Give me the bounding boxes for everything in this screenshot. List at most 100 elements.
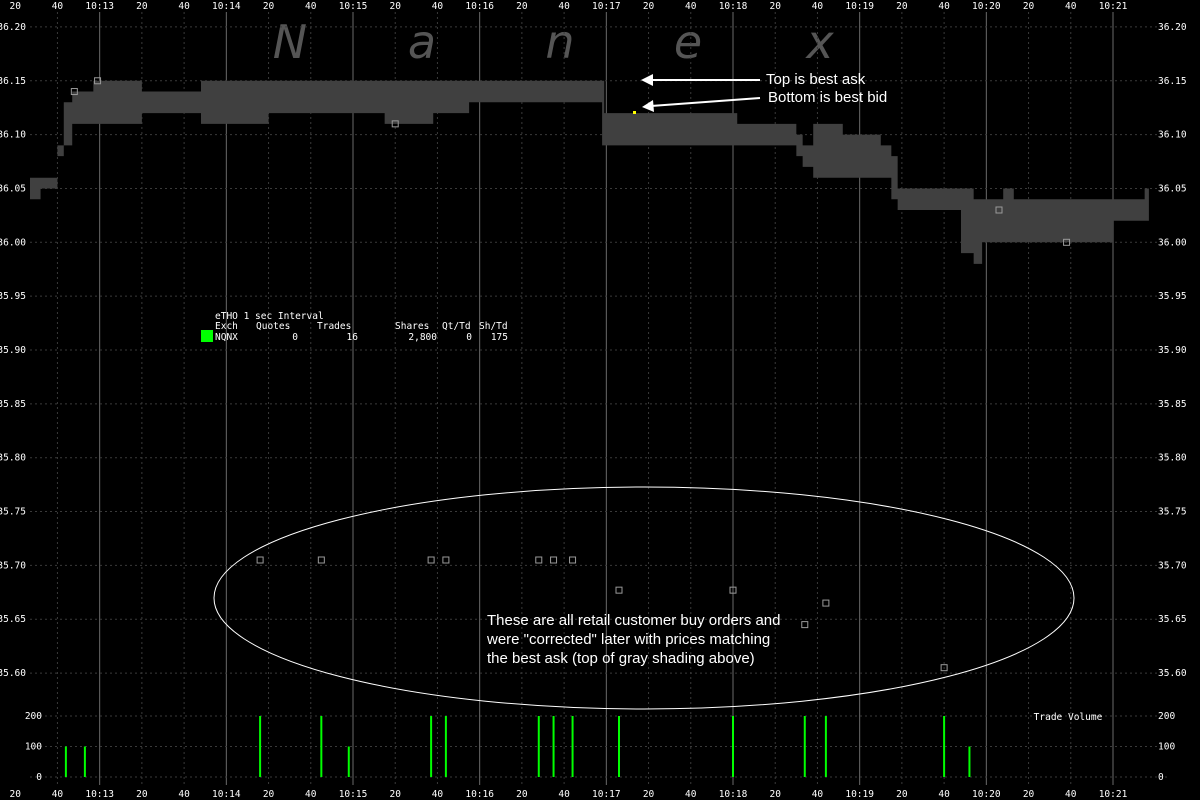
legend-quotes: 0 bbox=[292, 332, 298, 343]
x-tick-label-top: 40 bbox=[558, 1, 570, 12]
x-tick-label-bottom: 40 bbox=[938, 789, 950, 800]
x-tick-label-top: 20 bbox=[263, 1, 275, 12]
legend-trades: 16 bbox=[347, 332, 359, 343]
x-tick-label-top: 20 bbox=[1023, 1, 1035, 12]
x-tick-label-bottom: 10:17 bbox=[592, 789, 621, 800]
x-tick-label-top: 10:17 bbox=[592, 1, 621, 12]
x-tick-label-top: 40 bbox=[1065, 1, 1077, 12]
x-tick-label-top: 40 bbox=[305, 1, 317, 12]
x-tick-label-bottom: 20 bbox=[896, 789, 908, 800]
x-tick-label-bottom: 10:15 bbox=[339, 789, 368, 800]
price-tick-label-right: 35.95 bbox=[1158, 291, 1187, 302]
x-tick-label-top: 10:13 bbox=[85, 1, 114, 12]
x-tick-label-bottom: 10:16 bbox=[465, 789, 494, 800]
watermark-letter: x bbox=[804, 15, 834, 69]
x-tick-label-top: 10:21 bbox=[1099, 1, 1128, 12]
legend-header: Trades bbox=[317, 321, 351, 332]
x-tick-label-bottom: 40 bbox=[1065, 789, 1077, 800]
volume-tick-label-left: 100 bbox=[25, 742, 42, 753]
x-tick-label-top: 10:15 bbox=[339, 1, 368, 12]
price-tick-label-left: 36.20 bbox=[0, 22, 26, 33]
price-tick-label-right: 35.70 bbox=[1158, 560, 1187, 571]
price-tick-label-left: 36.00 bbox=[0, 237, 26, 248]
legend-header: Shares bbox=[395, 321, 429, 332]
x-tick-label-top: 40 bbox=[938, 1, 950, 12]
volume-tick-label-right: 0 bbox=[1158, 772, 1164, 783]
ellipse-annotation-line: These are all retail customer buy orders… bbox=[487, 612, 780, 629]
annotation-bottom-label: Bottom is best bid bbox=[768, 89, 887, 106]
price-tick-label-right: 35.85 bbox=[1158, 399, 1187, 410]
x-tick-label-top: 20 bbox=[389, 1, 401, 12]
x-tick-label-top: 40 bbox=[685, 1, 697, 12]
legend-header: Sh/Td bbox=[479, 321, 508, 332]
x-tick-label-top: 40 bbox=[178, 1, 190, 12]
price-tick-label-right: 36.10 bbox=[1158, 130, 1187, 141]
x-tick-label-bottom: 20 bbox=[516, 789, 528, 800]
volume-tick-label-left: 200 bbox=[25, 711, 42, 722]
price-tick-label-left: 35.60 bbox=[0, 668, 26, 679]
ellipse-annotation-line: were "corrected" later with prices match… bbox=[486, 631, 770, 648]
price-tick-label-right: 36.20 bbox=[1158, 22, 1187, 33]
x-tick-label-bottom: 40 bbox=[178, 789, 190, 800]
x-tick-label-top: 20 bbox=[136, 1, 148, 12]
price-tick-label-left: 35.90 bbox=[0, 345, 26, 356]
price-tick-label-right: 35.80 bbox=[1158, 453, 1187, 464]
watermark-letter: n bbox=[545, 15, 574, 69]
x-tick-label-bottom: 40 bbox=[558, 789, 570, 800]
volume-tick-label-right: 200 bbox=[1158, 711, 1175, 722]
watermark-letter: e bbox=[674, 15, 702, 69]
x-tick-label-top: 10:16 bbox=[465, 1, 494, 12]
x-tick-label-bottom: 40 bbox=[305, 789, 317, 800]
x-tick-label-bottom: 20 bbox=[136, 789, 148, 800]
x-tick-label-bottom: 20 bbox=[1023, 789, 1035, 800]
price-tick-label-left: 36.10 bbox=[0, 130, 26, 141]
x-tick-label-bottom: 10:14 bbox=[212, 789, 241, 800]
x-tick-label-bottom: 10:20 bbox=[972, 789, 1001, 800]
x-tick-label-top: 40 bbox=[432, 1, 444, 12]
x-tick-label-top: 40 bbox=[812, 1, 824, 12]
legend-exch: NQNX bbox=[215, 332, 238, 343]
x-tick-label-top: 20 bbox=[9, 1, 21, 12]
legend-header: Exch bbox=[215, 321, 238, 332]
x-tick-label-top: 20 bbox=[769, 1, 781, 12]
last-quote-marker bbox=[633, 111, 636, 114]
annotation-top-label: Top is best ask bbox=[766, 71, 866, 88]
price-tick-label-right: 35.60 bbox=[1158, 668, 1187, 679]
legend-header: Quotes bbox=[256, 321, 290, 332]
price-tick-label-left: 36.15 bbox=[0, 76, 26, 87]
price-tick-label-left: 35.75 bbox=[0, 507, 26, 518]
price-tick-label-right: 36.05 bbox=[1158, 183, 1187, 194]
legend-qt-td: 0 bbox=[466, 332, 472, 343]
price-tick-label-left: 35.95 bbox=[0, 291, 26, 302]
ellipse-annotation-line: the best ask (top of gray shading above) bbox=[487, 650, 755, 667]
x-tick-label-bottom: 10:18 bbox=[719, 789, 748, 800]
price-tick-label-right: 35.65 bbox=[1158, 614, 1187, 625]
watermark-letter: N bbox=[273, 15, 307, 69]
x-tick-label-bottom: 40 bbox=[52, 789, 64, 800]
price-tick-label-left: 36.05 bbox=[0, 183, 26, 194]
x-tick-label-bottom: 20 bbox=[643, 789, 655, 800]
price-tick-label-left: 35.65 bbox=[0, 614, 26, 625]
x-tick-label-bottom: 40 bbox=[432, 789, 444, 800]
x-tick-label-top: 20 bbox=[896, 1, 908, 12]
x-tick-label-top: 10:20 bbox=[972, 1, 1001, 12]
price-tick-label-left: 35.85 bbox=[0, 399, 26, 410]
x-tick-label-bottom: 40 bbox=[812, 789, 824, 800]
volume-tick-label-right: 100 bbox=[1158, 742, 1175, 753]
x-tick-label-bottom: 10:21 bbox=[1099, 789, 1128, 800]
price-tick-label-left: 35.80 bbox=[0, 453, 26, 464]
x-tick-label-bottom: 10:19 bbox=[845, 789, 874, 800]
price-tick-label-right: 35.75 bbox=[1158, 507, 1187, 518]
x-tick-label-top: 10:14 bbox=[212, 1, 241, 12]
legend-sh-td: 175 bbox=[491, 332, 508, 343]
x-tick-label-bottom: 20 bbox=[769, 789, 781, 800]
price-tick-label-left: 35.70 bbox=[0, 560, 26, 571]
x-tick-label-top: 10:18 bbox=[719, 1, 748, 12]
legend-color-swatch bbox=[201, 330, 213, 342]
legend-shares: 2,800 bbox=[408, 332, 437, 343]
x-tick-label-top: 20 bbox=[643, 1, 655, 12]
x-tick-label-top: 20 bbox=[516, 1, 528, 12]
x-tick-label-bottom: 40 bbox=[685, 789, 697, 800]
chart-background bbox=[0, 0, 1200, 800]
x-tick-label-bottom: 20 bbox=[9, 789, 21, 800]
